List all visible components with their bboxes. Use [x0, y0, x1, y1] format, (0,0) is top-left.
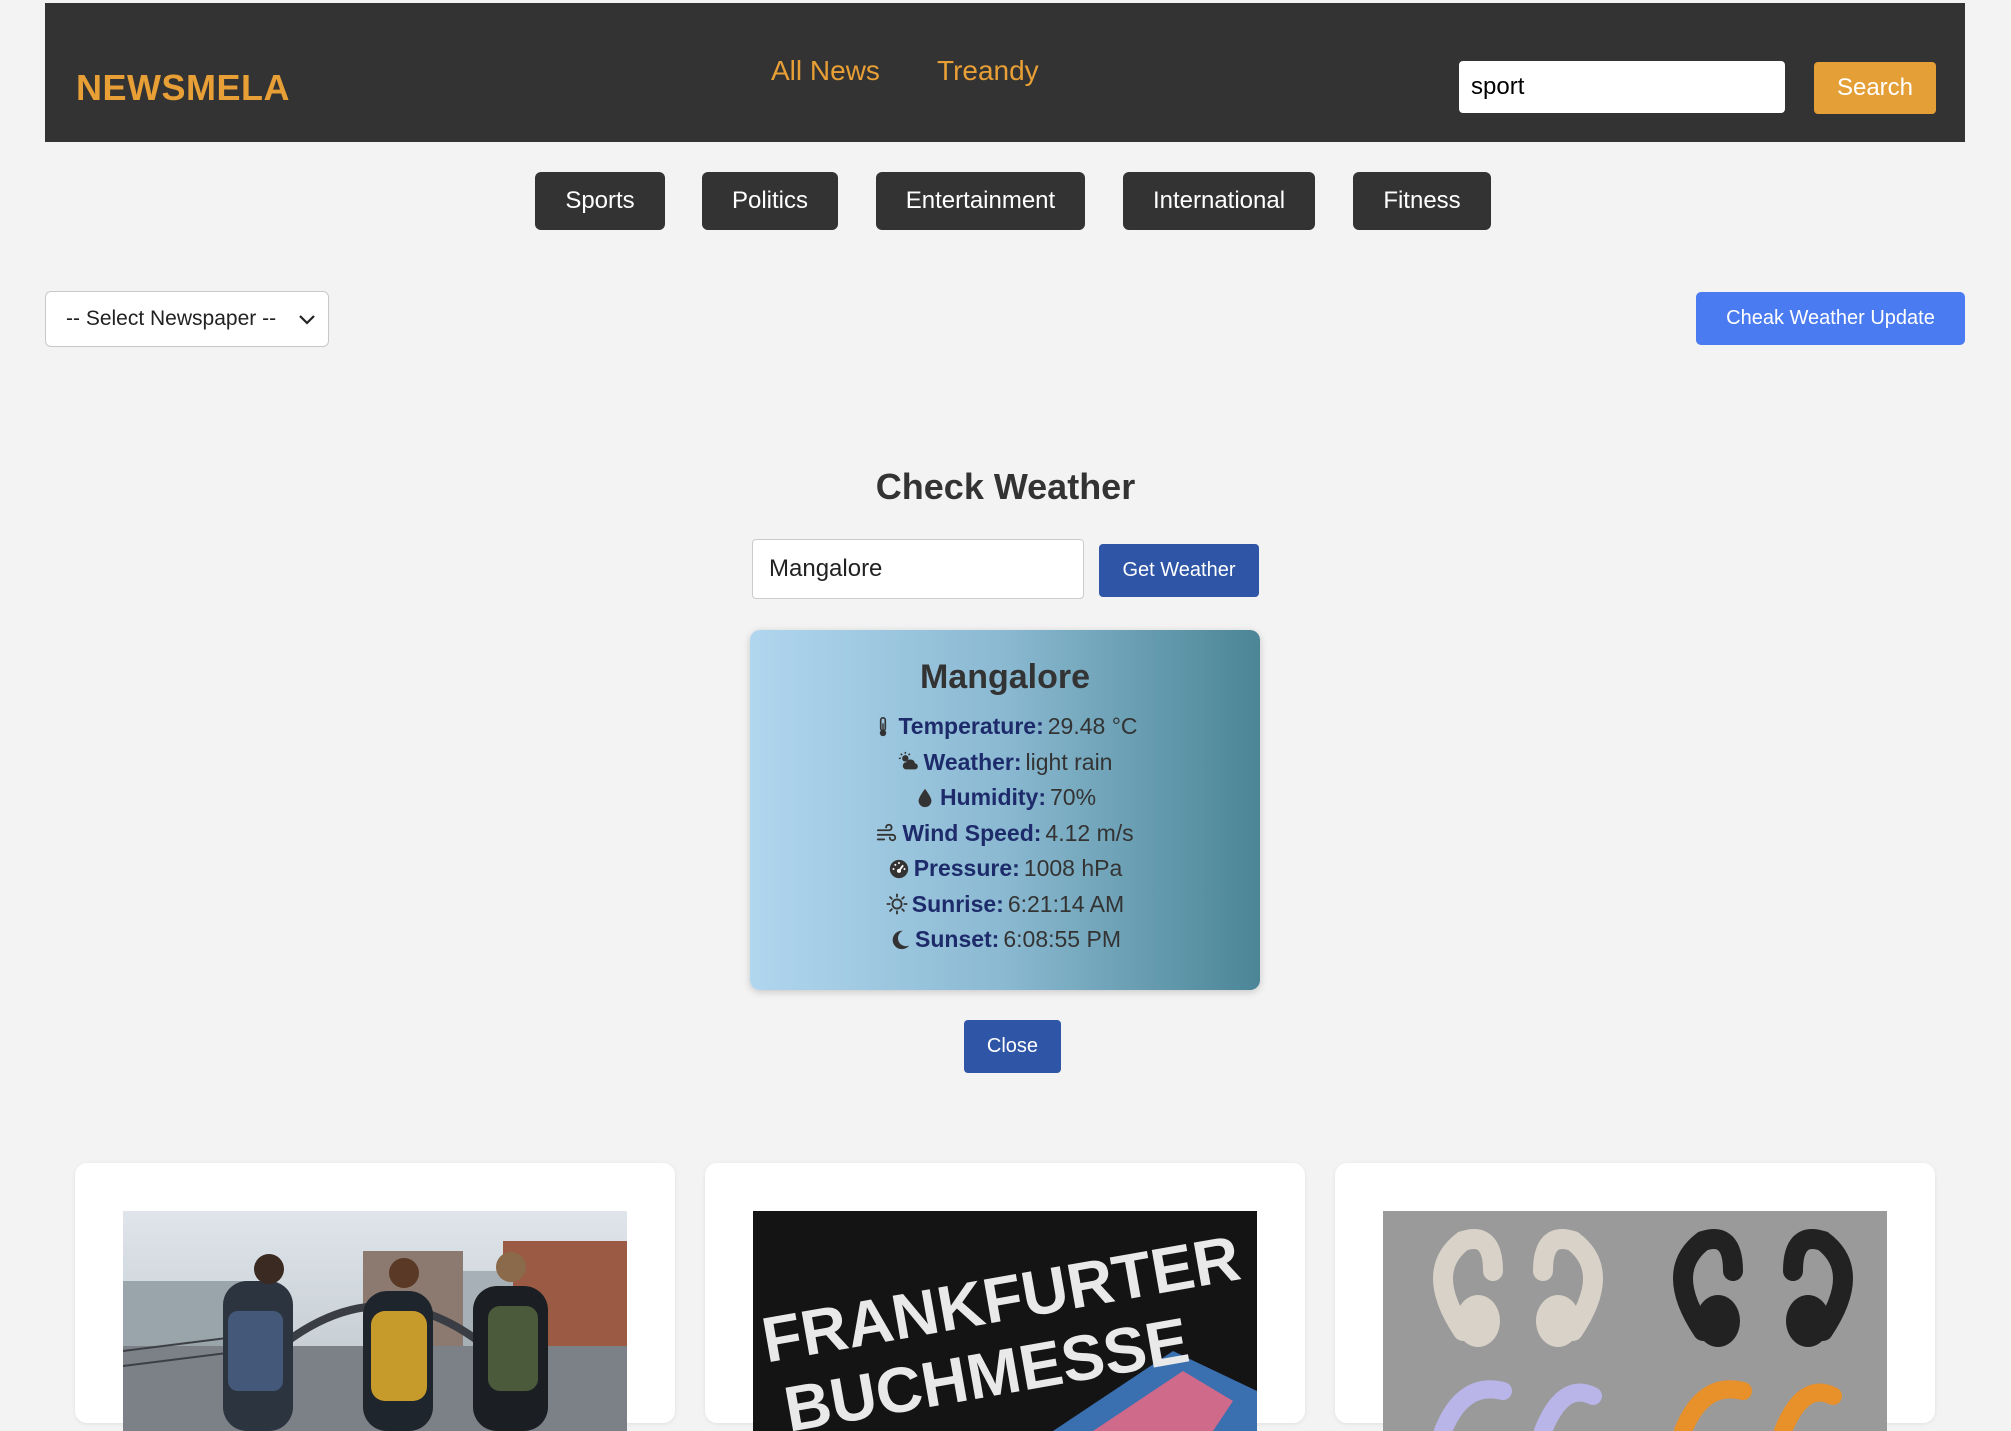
nav-link-treandy[interactable]: Treandy: [937, 55, 1039, 87]
news-image-frankfurter-buchmesse[interactable]: FRANKFURTER BUCHMESSE: [753, 1211, 1257, 1431]
weather-row-temperature: Temperature: 29.48 °C: [750, 709, 1260, 745]
category-button-fitness[interactable]: Fitness: [1353, 172, 1491, 230]
sun-icon: [886, 893, 908, 915]
check-weather-update-button[interactable]: Cheak Weather Update: [1696, 292, 1965, 345]
droplet-icon: [918, 788, 932, 807]
wind-icon: [877, 824, 897, 842]
weather-row-weather: Weather: light rain: [750, 745, 1260, 781]
newspaper-select[interactable]: -- Select Newspaper --: [45, 291, 329, 347]
category-button-sports[interactable]: Sports: [535, 172, 665, 230]
category-button-international[interactable]: International: [1123, 172, 1315, 230]
news-card[interactable]: [75, 1163, 675, 1431]
news-image-people-walking[interactable]: [123, 1211, 627, 1431]
weather-city-name: Mangalore: [919, 658, 1091, 696]
weather-row-wind-speed: Wind Speed: 4.12 m/s: [750, 816, 1260, 852]
weather-row-humidity: Humidity: 70%: [750, 780, 1260, 816]
brand-logo[interactable]: NEWSMELA: [76, 67, 290, 109]
weather-result-card: Mangalore Temperature: 29.48 °C Weather:…: [750, 630, 1260, 990]
get-weather-button[interactable]: Get Weather: [1099, 544, 1259, 597]
cloud-sun-icon: [898, 752, 918, 770]
nav-link-all-news[interactable]: All News: [771, 55, 880, 87]
search-input[interactable]: [1459, 61, 1785, 113]
chevron-down-icon: [296, 308, 318, 336]
category-button-entertainment[interactable]: Entertainment: [876, 172, 1085, 230]
news-image-earbuds[interactable]: [1383, 1211, 1887, 1431]
weather-heading: Check Weather: [875, 466, 1136, 507]
thermometer-icon: [880, 716, 887, 736]
news-card[interactable]: FRANKFURTER BUCHMESSE: [705, 1163, 1305, 1431]
moon-icon: [892, 930, 910, 949]
city-input[interactable]: [752, 539, 1084, 599]
close-weather-button[interactable]: Close: [964, 1020, 1061, 1073]
weather-row-pressure: Pressure: 1008 hPa: [750, 851, 1260, 887]
category-button-politics[interactable]: Politics: [702, 172, 838, 230]
gauge-icon: [889, 859, 908, 878]
search-button[interactable]: Search: [1814, 62, 1936, 114]
weather-row-sunrise: Sunrise: 6:21:14 AM: [750, 887, 1260, 923]
top-navbar: NEWSMELA All News Treandy Search: [45, 3, 1965, 142]
weather-row-sunset: Sunset: 6:08:55 PM: [750, 922, 1260, 958]
newspaper-select-value: -- Select Newspaper --: [66, 307, 277, 330]
news-card[interactable]: [1335, 1163, 1935, 1431]
